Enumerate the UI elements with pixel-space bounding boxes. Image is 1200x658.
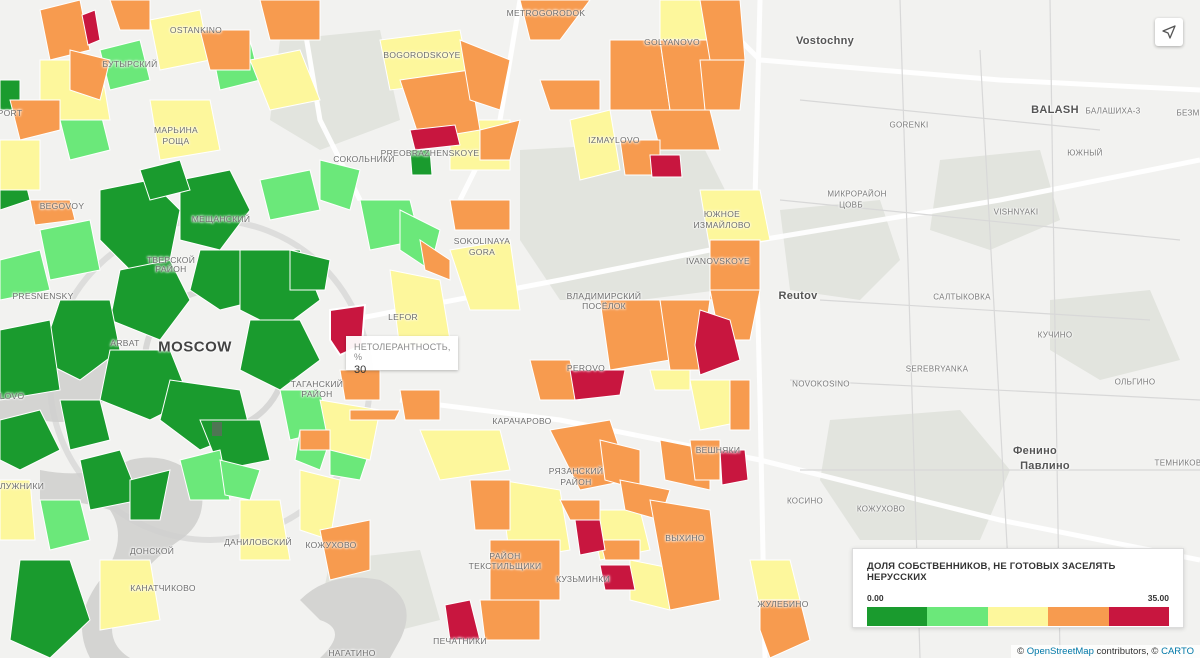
tooltip-title: НЕТОЛЕРАНТНОСТЬ, % bbox=[354, 342, 451, 362]
legend-swatch-1 bbox=[867, 607, 928, 626]
legend-swatch-3 bbox=[987, 607, 1049, 626]
map-canvas[interactable]: OSTANKINO БУТЫРСКИЙ METROGORODOK BOGORODSKO… bbox=[0, 0, 1200, 658]
map-attribution: © OpenStreetMap contributors, © CARTO bbox=[1011, 645, 1200, 658]
kremlin-marker bbox=[212, 422, 222, 436]
locate-button[interactable] bbox=[1155, 18, 1183, 46]
legend-panel: ДОЛЯ СОБСТВЕННИКОВ, НЕ ГОТОВЫХ ЗАСЕЛЯТЬ … bbox=[852, 548, 1184, 628]
legend-swatch-2 bbox=[927, 607, 988, 626]
legend-title: ДОЛЯ СОБСТВЕННИКОВ, НЕ ГОТОВЫХ ЗАСЕЛЯТЬ … bbox=[867, 561, 1116, 583]
navigation-arrow-icon bbox=[1162, 25, 1176, 39]
legend-color-scale bbox=[867, 607, 1170, 626]
attribution-copy: © bbox=[1017, 646, 1025, 657]
legend-swatch-5 bbox=[1108, 607, 1170, 626]
osm-link[interactable]: OpenStreetMap bbox=[1027, 646, 1094, 657]
legend-max: 35.00 bbox=[1147, 593, 1169, 603]
attribution-contributors: contributors, © bbox=[1096, 646, 1159, 657]
legend-swatch-4 bbox=[1048, 607, 1109, 626]
tooltip-value: 30 bbox=[354, 364, 367, 376]
hover-tooltip: НЕТОЛЕРАНТНОСТЬ, % 30 bbox=[346, 336, 458, 376]
legend-min: 0.00 bbox=[867, 593, 884, 603]
carto-link[interactable]: CARTO bbox=[1161, 646, 1194, 657]
